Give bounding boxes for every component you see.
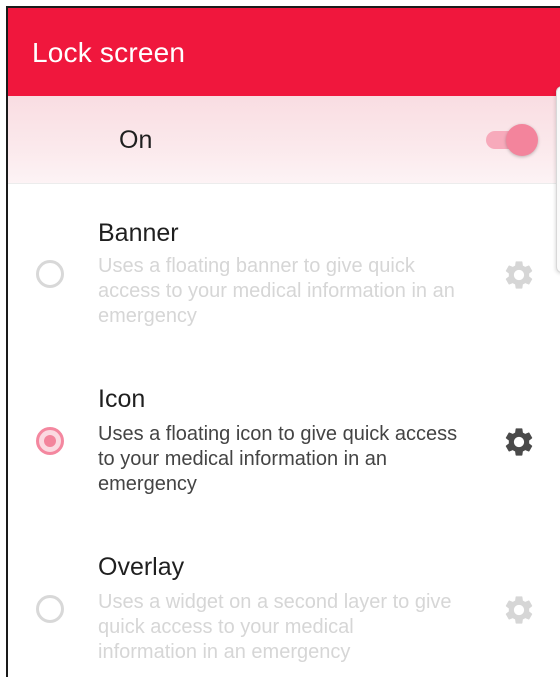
overlay-radio-button[interactable] <box>36 595 64 623</box>
app-bar: Lock screen <box>8 8 560 96</box>
master-toggle-switch[interactable] <box>486 124 540 156</box>
option-title: Banner <box>98 219 179 247</box>
screen-frame: Lock screen On Banner Uses a floating ba… <box>6 6 560 677</box>
partially-visible-card <box>556 86 560 273</box>
gear-icon[interactable] <box>502 593 536 627</box>
option-banner[interactable]: Banner Uses a floating banner to give qu… <box>8 184 560 350</box>
master-toggle-row[interactable]: On <box>8 96 560 184</box>
icon-radio-button[interactable] <box>36 427 64 455</box>
option-description: Uses a widget on a second layer to give … <box>98 591 452 663</box>
option-title: Icon <box>98 385 146 413</box>
radio-selected-dot <box>44 435 56 447</box>
option-description: Uses a floating icon to give quick acces… <box>98 423 458 495</box>
option-title: Overlay <box>98 553 185 581</box>
banner-radio-button[interactable] <box>36 260 64 288</box>
option-icon[interactable]: Icon Uses a floating icon to give quick … <box>8 350 560 516</box>
page-title: Lock screen <box>32 37 186 68</box>
gear-icon[interactable] <box>502 425 536 459</box>
master-toggle-label: On <box>119 126 153 154</box>
switch-thumb <box>506 124 538 156</box>
option-overlay[interactable]: Overlay Uses a widget on a second layer … <box>8 516 560 677</box>
option-description: Uses a floating banner to give quick acc… <box>98 255 455 327</box>
gear-icon[interactable] <box>502 258 536 292</box>
